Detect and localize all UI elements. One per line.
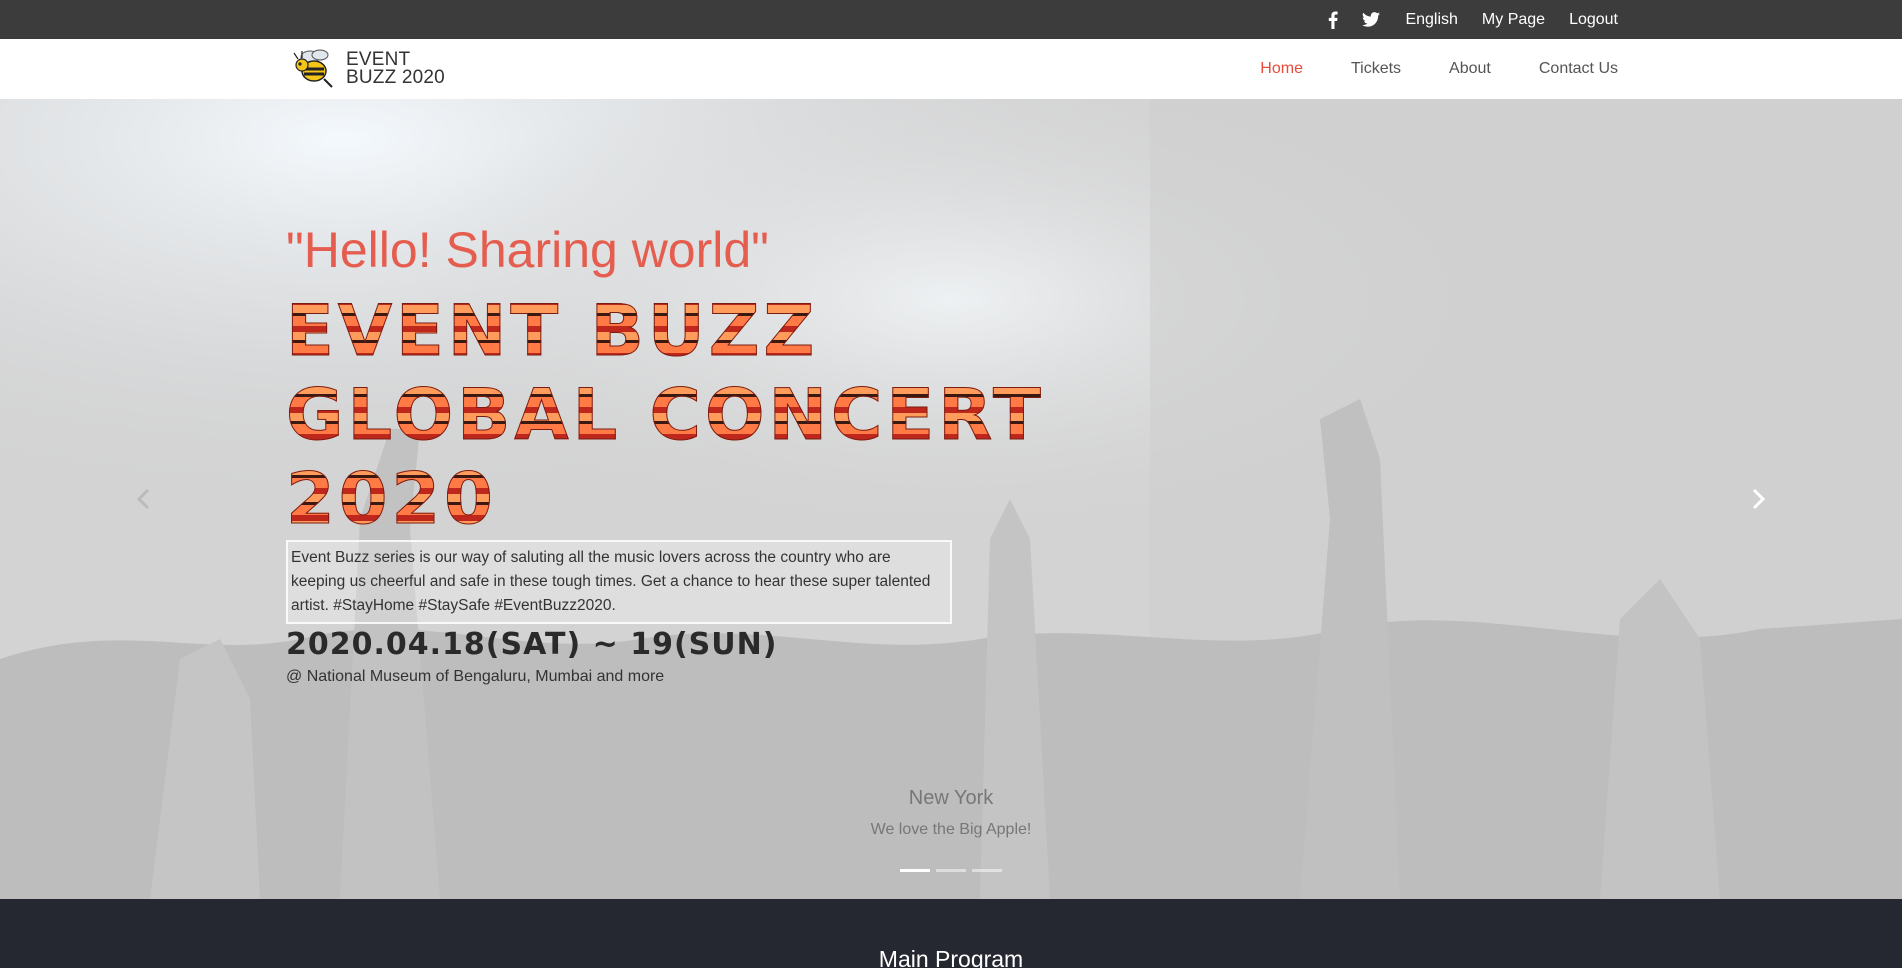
hero-title-line-1: EVENT BUZZ [286, 290, 819, 373]
main-navbar: EVENT BUZZ 2020 Home Tickets About Conta… [0, 39, 1902, 100]
nav-item-contact-us[interactable]: Contact Us [1539, 60, 1618, 78]
hero-title: EVENT BUZZ GLOBAL CONCERT 2020 [286, 289, 1046, 541]
carousel-caption-subtitle: We love the Big Apple! [870, 821, 1032, 838]
twitter-icon[interactable] [1361, 10, 1381, 30]
hero-title-line-2: GLOBAL CONCERT [286, 374, 1045, 457]
main-program-title: Main Program [878, 946, 1024, 972]
top-bar-links: English My Page Logout [1323, 0, 1618, 39]
facebook-icon[interactable] [1323, 10, 1343, 30]
nav-item-tickets[interactable]: Tickets [1351, 60, 1401, 78]
main-program-section: Main Program [0, 899, 1902, 972]
event-venue: @ National Museum of Bengaluru, Mumbai a… [286, 668, 665, 685]
top-bar: English My Page Logout [0, 0, 1902, 39]
carousel-indicator-3[interactable] [972, 869, 1002, 872]
carousel-prev-arrow[interactable] [128, 484, 158, 514]
event-date: 2020.04.18(SAT) ~ 19(SUN) [286, 627, 778, 662]
hero-title-line-3: 2020 [286, 458, 497, 541]
hero-tagline: "Hello! Sharing world" [286, 222, 769, 278]
logout-link[interactable]: Logout [1569, 11, 1618, 29]
carousel-indicator-2[interactable] [936, 869, 966, 872]
carousel-indicators [900, 869, 1002, 872]
hero-description: Event Buzz series is our way of saluting… [286, 540, 952, 624]
site-logo[interactable]: EVENT BUZZ 2020 [290, 45, 445, 93]
carousel-caption-title: New York [908, 787, 994, 809]
nav-item-home[interactable]: Home [1260, 60, 1303, 78]
carousel-indicator-1[interactable] [900, 869, 930, 872]
my-page-link[interactable]: My Page [1482, 11, 1545, 29]
logo-text: EVENT BUZZ 2020 [346, 50, 445, 88]
bee-icon [290, 43, 338, 96]
language-selector[interactable]: English [1405, 11, 1457, 29]
hero-carousel: "Hello! Sharing world" EVENT BUZZ GLOBAL… [0, 99, 1902, 899]
nav-item-about[interactable]: About [1449, 60, 1491, 78]
carousel-next-arrow[interactable] [1744, 484, 1774, 514]
logo-line-2: BUZZ 2020 [346, 67, 445, 88]
nav-menu: Home Tickets About Contact Us [1212, 39, 1618, 99]
